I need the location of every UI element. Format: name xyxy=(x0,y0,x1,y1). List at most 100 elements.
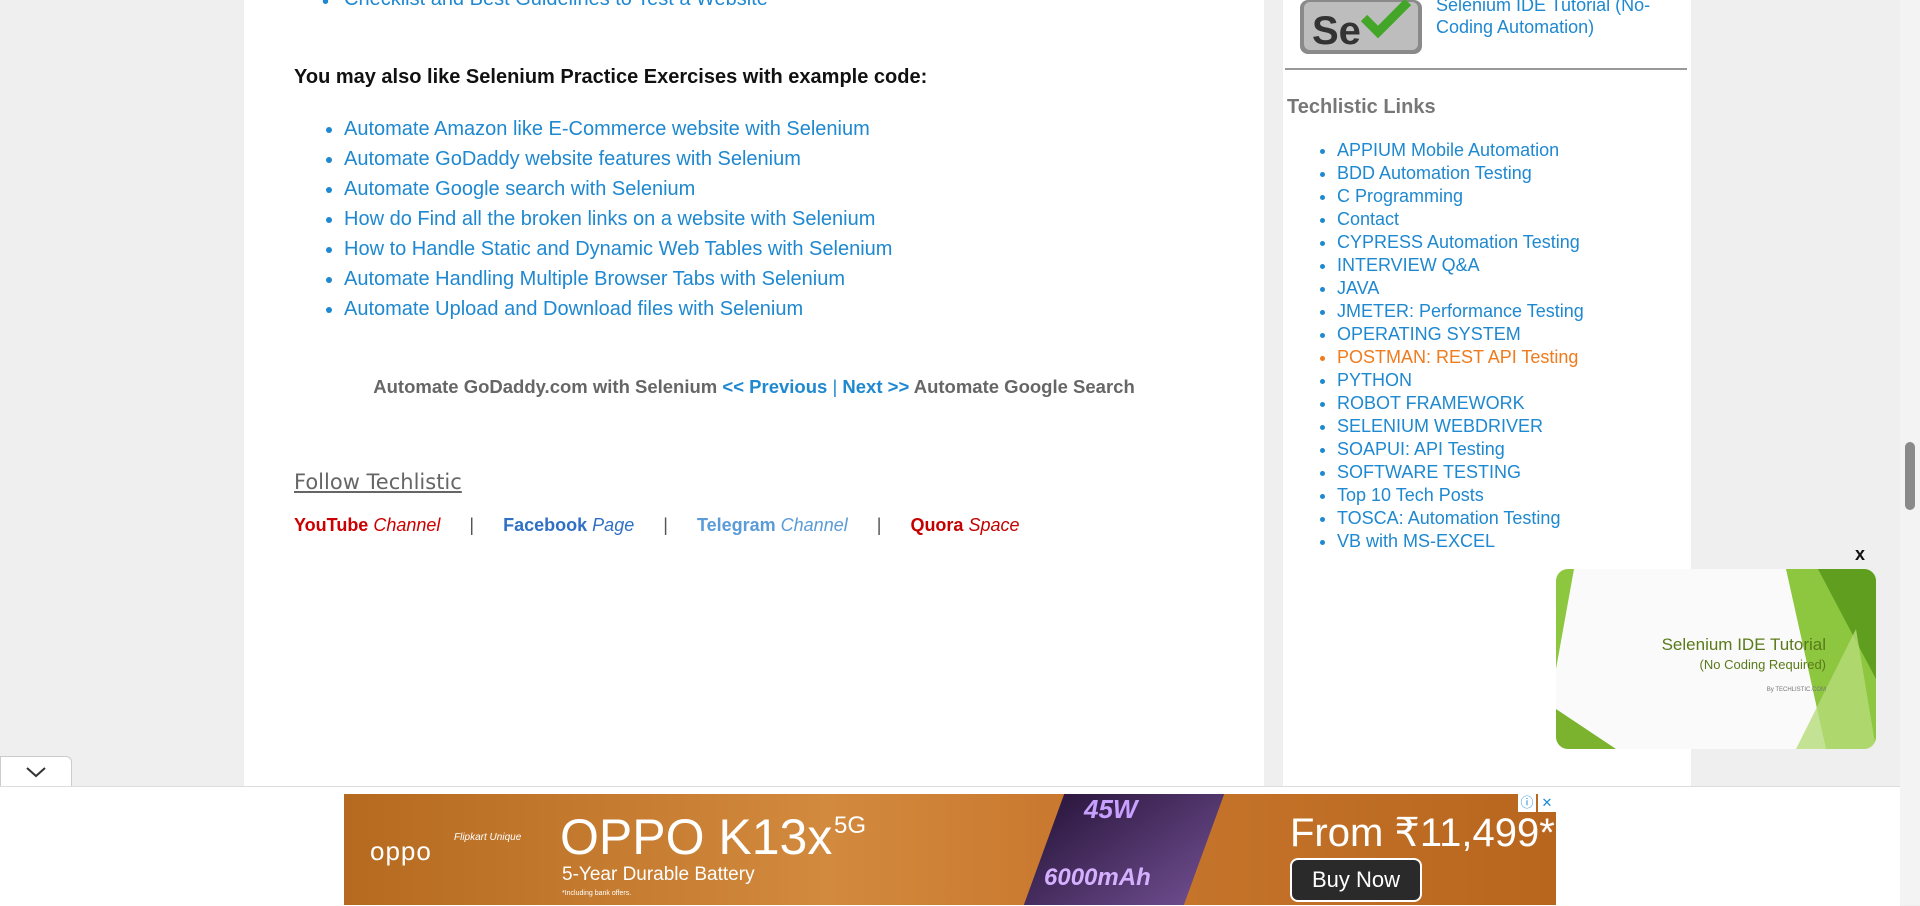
ad-fine-print: *Including bank offers. xyxy=(562,890,632,897)
ad-battery: 6000mAh xyxy=(1044,864,1151,891)
follow-title: Follow Techlistic xyxy=(294,470,462,494)
main-content: • Checklist and Best Guidelines to Test … xyxy=(244,0,1264,790)
practice-list: Automate Amazon like E-Commerce website … xyxy=(294,114,892,324)
sidebar-link[interactable]: VB with MS-EXCEL xyxy=(1337,531,1495,551)
quora-link[interactable]: Quora Space xyxy=(910,515,1019,535)
quora-kind: Space xyxy=(968,515,1020,535)
practice-link[interactable]: Automate Amazon like E-Commerce website … xyxy=(344,118,870,140)
practice-link[interactable]: How to Handle Static and Dynamic Web Tab… xyxy=(344,238,892,260)
ad-model: OPPO K13x xyxy=(560,809,833,865)
ad-price: From ₹11,499* xyxy=(1290,811,1555,855)
video-close-button[interactable]: x xyxy=(1855,544,1865,565)
sidebar-link[interactable]: C Programming xyxy=(1337,186,1463,206)
previous-post-title: Automate GoDaddy.com with Selenium xyxy=(373,376,718,397)
page-scrollbar[interactable] xyxy=(1900,0,1920,905)
bullet: • xyxy=(322,0,330,13)
sidebar-link-item: Top 10 Tech Posts xyxy=(1337,484,1584,507)
sidebar-link[interactable]: BDD Automation Testing xyxy=(1337,163,1532,183)
sidebar-link-item: INTERVIEW Q&A xyxy=(1337,254,1584,277)
pager-separator: | xyxy=(832,376,838,397)
facebook-kind: Page xyxy=(592,515,635,535)
divider xyxy=(1285,68,1687,70)
links-title: Techlistic Links xyxy=(1287,96,1436,118)
sidebar-link-item: Contact xyxy=(1337,208,1584,231)
ad-close-icon[interactable]: ✕ xyxy=(1538,794,1556,812)
sidebar-link[interactable]: INTERVIEW Q&A xyxy=(1337,255,1480,275)
practice-link[interactable]: Automate GoDaddy website features with S… xyxy=(344,148,801,170)
sidebar-link-item: SOAPUI: API Testing xyxy=(1337,438,1584,461)
sidebar-link[interactable]: OPERATING SYSTEM xyxy=(1337,324,1521,344)
telegram-kind: Channel xyxy=(780,515,848,535)
facebook-link[interactable]: Facebook Page xyxy=(503,515,634,535)
list-item: Automate Google search with Selenium xyxy=(344,174,892,204)
video-subtitle: (No Coding Required) xyxy=(1699,657,1826,672)
sidebar-link[interactable]: Contact xyxy=(1337,209,1399,229)
previous-link[interactable]: << Previous xyxy=(722,376,827,397)
next-link[interactable]: Next >> xyxy=(842,376,909,397)
sidebar-link-item: SELENIUM WEBDRIVER xyxy=(1337,415,1584,438)
sidebar-link-item: POSTMAN: REST API Testing xyxy=(1337,346,1584,369)
social-links: YouTube Channel | Facebook Page | Telegr… xyxy=(294,515,1020,536)
sidebar-link[interactable]: CYPRESS Automation Testing xyxy=(1337,232,1580,252)
ad-buy-now-button[interactable]: Buy Now xyxy=(1290,858,1422,902)
sidebar-link[interactable]: POSTMAN: REST API Testing xyxy=(1337,347,1578,367)
sidebar-link-item: PYTHON xyxy=(1337,369,1584,392)
ad-model-sup: 5G xyxy=(834,812,867,839)
practice-link[interactable]: Automate Handling Multiple Browser Tabs … xyxy=(344,268,845,290)
techlistic-links-list: APPIUM Mobile Automation BDD Automation T… xyxy=(1287,139,1584,553)
checklist-link[interactable]: Checklist and Best Guidelines to Test a … xyxy=(344,0,768,11)
sidebar-link[interactable]: JAVA xyxy=(1337,278,1379,298)
social-divider: | xyxy=(876,515,882,535)
social-divider: | xyxy=(663,515,668,535)
selenium-ide-logo[interactable]: Se xyxy=(1298,0,1424,58)
list-item: How do Find all the broken links on a we… xyxy=(344,204,892,234)
next-post-title: Automate Google Search xyxy=(913,376,1135,397)
telegram-link[interactable]: Telegram Channel xyxy=(697,515,848,535)
sidebar-link[interactable]: SOFTWARE TESTING xyxy=(1337,462,1521,482)
sidebar-link[interactable]: SELENIUM WEBDRIVER xyxy=(1337,416,1543,436)
telegram-name: Telegram xyxy=(696,515,776,535)
sidebar-link-item: JMETER: Performance Testing xyxy=(1337,300,1584,323)
sidebar-link[interactable]: SOAPUI: API Testing xyxy=(1337,439,1505,459)
sidebar-link-item: SOFTWARE TESTING xyxy=(1337,461,1584,484)
sidebar-link[interactable]: JMETER: Performance Testing xyxy=(1337,301,1584,321)
practice-heading: You may also like Selenium Practice Exer… xyxy=(294,66,928,88)
sidebar-link[interactable]: Top 10 Tech Posts xyxy=(1337,485,1484,505)
collapse-ad-button[interactable] xyxy=(0,756,72,787)
social-divider: | xyxy=(469,515,475,535)
ad-tagline: 5-Year Durable Battery xyxy=(562,864,755,885)
practice-link[interactable]: Automate Upload and Download files with … xyxy=(344,298,803,320)
list-item: Automate Amazon like E-Commerce website … xyxy=(344,114,892,144)
sidebar-link[interactable]: APPIUM Mobile Automation xyxy=(1337,140,1559,160)
ad-watt: 45W xyxy=(1084,794,1138,824)
facebook-name: Facebook xyxy=(503,515,588,535)
sidebar-link-item: OPERATING SYSTEM xyxy=(1337,323,1584,346)
ad-banner[interactable]: 45W 6000mAh oppo Flipkart Unique OPPO K1… xyxy=(344,794,1556,905)
list-item: Automate Handling Multiple Browser Tabs … xyxy=(344,264,892,294)
list-item: Automate Upload and Download files with … xyxy=(344,294,892,324)
sidebar-link-item: JAVA xyxy=(1337,277,1584,300)
list-item: Automate GoDaddy website features with S… xyxy=(344,144,892,174)
sidebar-link[interactable]: TOSCA: Automation Testing xyxy=(1337,508,1560,528)
floating-video[interactable]: Selenium IDE Tutorial (No Coding Require… xyxy=(1556,569,1876,749)
scroll-thumb[interactable] xyxy=(1905,442,1915,510)
sidebar-link[interactable]: ROBOT FRAMEWORK xyxy=(1337,393,1525,413)
practice-link[interactable]: Automate Google search with Selenium xyxy=(344,178,695,200)
logo-text: Se xyxy=(1312,9,1361,53)
post-pager: Automate GoDaddy.com with Selenium << Pr… xyxy=(244,376,1264,398)
youtube-link[interactable]: YouTube Channel xyxy=(294,515,440,535)
youtube-kind: Channel xyxy=(373,515,441,535)
selenium-ide-link[interactable]: Selenium IDE Tutorial (No-Coding Automat… xyxy=(1436,0,1666,38)
chevron-down-icon xyxy=(26,767,46,778)
sidebar-link-item: C Programming xyxy=(1337,185,1584,208)
practice-link[interactable]: How do Find all the broken links on a we… xyxy=(344,208,875,230)
sidebar-link-item: APPIUM Mobile Automation xyxy=(1337,139,1584,162)
sidebar-link-item: VB with MS-EXCEL xyxy=(1337,530,1584,553)
sidebar-link-item: ROBOT FRAMEWORK xyxy=(1337,392,1584,415)
sidebar-link-item: BDD Automation Testing xyxy=(1337,162,1584,185)
video-byline: By TECHLISTIC.COM xyxy=(1766,687,1826,693)
sidebar-link[interactable]: PYTHON xyxy=(1337,370,1412,390)
ad-info-icon[interactable]: ⓘ xyxy=(1518,794,1536,812)
ad-brand-logo: oppo xyxy=(370,836,432,866)
sidebar-link-item: CYPRESS Automation Testing xyxy=(1337,231,1584,254)
